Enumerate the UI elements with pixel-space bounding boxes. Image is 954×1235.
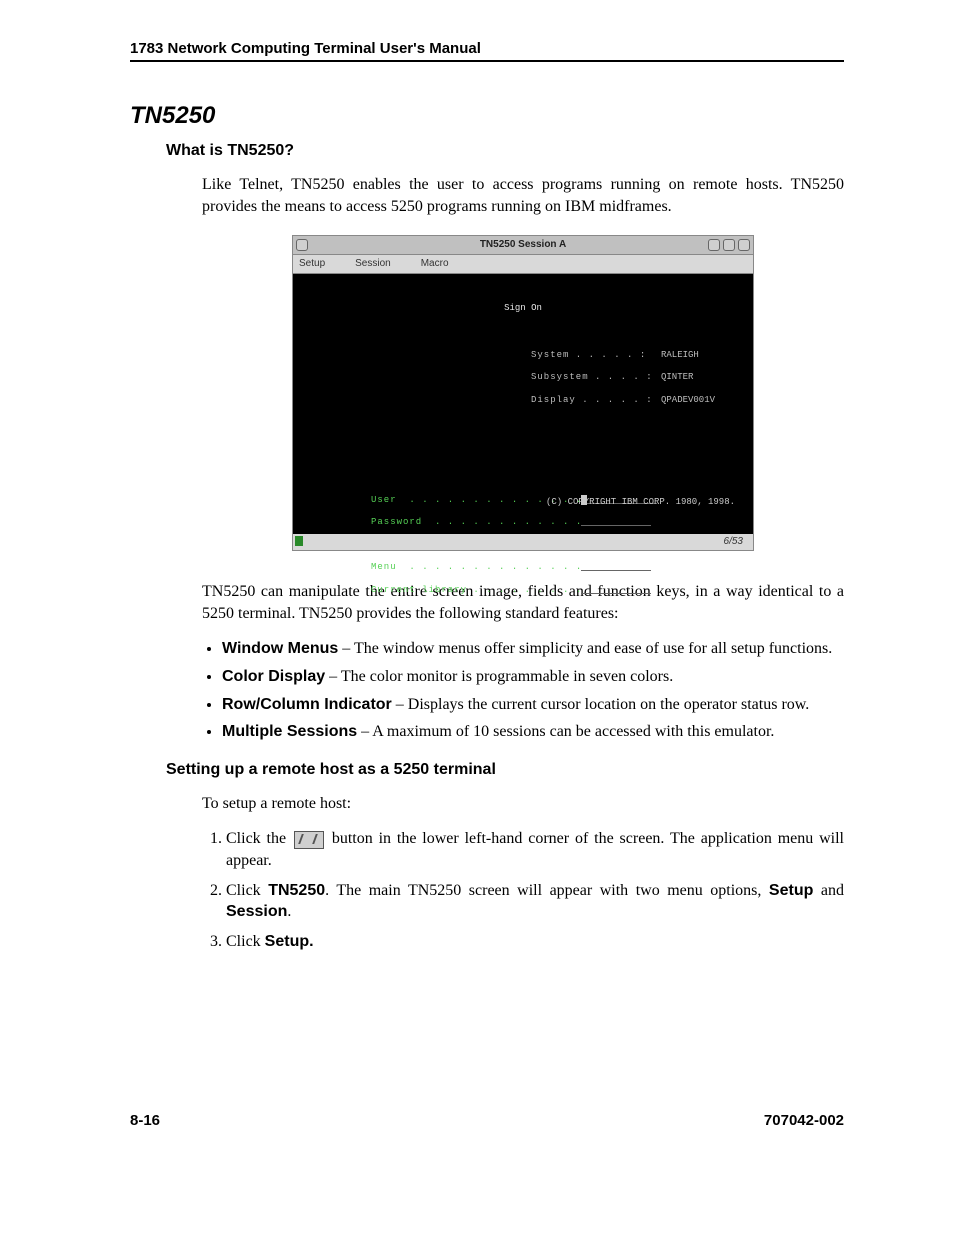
paragraph: To setup a remote host:	[202, 793, 844, 815]
page-number: 8-16	[130, 1112, 160, 1129]
status-indicator-icon	[295, 536, 303, 546]
steps-list: Click the button in the lower left-hand …	[202, 828, 844, 952]
maximize-icon	[723, 239, 735, 251]
window-menubar: Setup Session Macro	[293, 255, 753, 274]
section-title: TN5250	[130, 102, 844, 130]
sys-label: Display . . . . . :	[531, 395, 661, 406]
row-col-indicator: 6/53	[724, 535, 743, 549]
sys-label: Subsystem . . . . :	[531, 372, 661, 383]
status-bar: 6/53	[293, 534, 753, 550]
tn5250-screenshot: TN5250 Session A Setup Session Macro Sig…	[292, 235, 754, 551]
feature-list: Window Menus – The window menus offer si…	[202, 638, 844, 742]
menu-session[interactable]: Session	[355, 257, 391, 271]
sys-value: QPADEV001V	[661, 395, 715, 406]
sys-label: System . . . . . :	[531, 350, 661, 361]
list-item: Row/Column Indicator – Displays the curr…	[222, 694, 844, 716]
sys-value: QINTER	[661, 372, 693, 383]
window-titlebar: TN5250 Session A	[293, 236, 753, 255]
copyright-line: (C) COPYRIGHT IBM CORP. 1980, 1998.	[546, 497, 735, 508]
list-item: Click TN5250. The main TN5250 screen wil…	[226, 880, 844, 923]
document-number: 707042-002	[764, 1112, 844, 1129]
close-icon	[738, 239, 750, 251]
minimize-icon	[708, 239, 720, 251]
field-label: Password . . . . . . . . . . . .	[371, 517, 581, 528]
field-label: Current library . . . . . . . . .	[371, 585, 581, 596]
list-item: Multiple Sessions – A maximum of 10 sess…	[222, 721, 844, 743]
list-item: Color Display – The color monitor is pro…	[222, 666, 844, 688]
list-item: Click the button in the lower left-hand …	[226, 828, 844, 871]
list-item: Click Setup.	[226, 931, 844, 953]
page-footer: 8-16 707042-002	[130, 1112, 844, 1129]
app-launcher-icon	[294, 831, 324, 849]
signon-title: Sign On	[301, 303, 745, 314]
menu-setup[interactable]: Setup	[299, 257, 325, 271]
sys-value: RALEIGH	[661, 350, 699, 361]
subheading-what-is: What is TN5250?	[166, 142, 844, 160]
menu-macro[interactable]: Macro	[421, 257, 449, 271]
field-label: Menu . . . . . . . . . . . . . .	[371, 562, 581, 573]
paragraph: Like Telnet, TN5250 enables the user to …	[202, 174, 844, 217]
running-header: 1783 Network Computing Terminal User's M…	[130, 40, 844, 62]
subheading-setup: Setting up a remote host as a 5250 termi…	[166, 761, 844, 779]
terminal-display: Sign On System . . . . . :RALEIGH Subsys…	[293, 274, 753, 534]
window-title: TN5250 Session A	[293, 238, 753, 252]
